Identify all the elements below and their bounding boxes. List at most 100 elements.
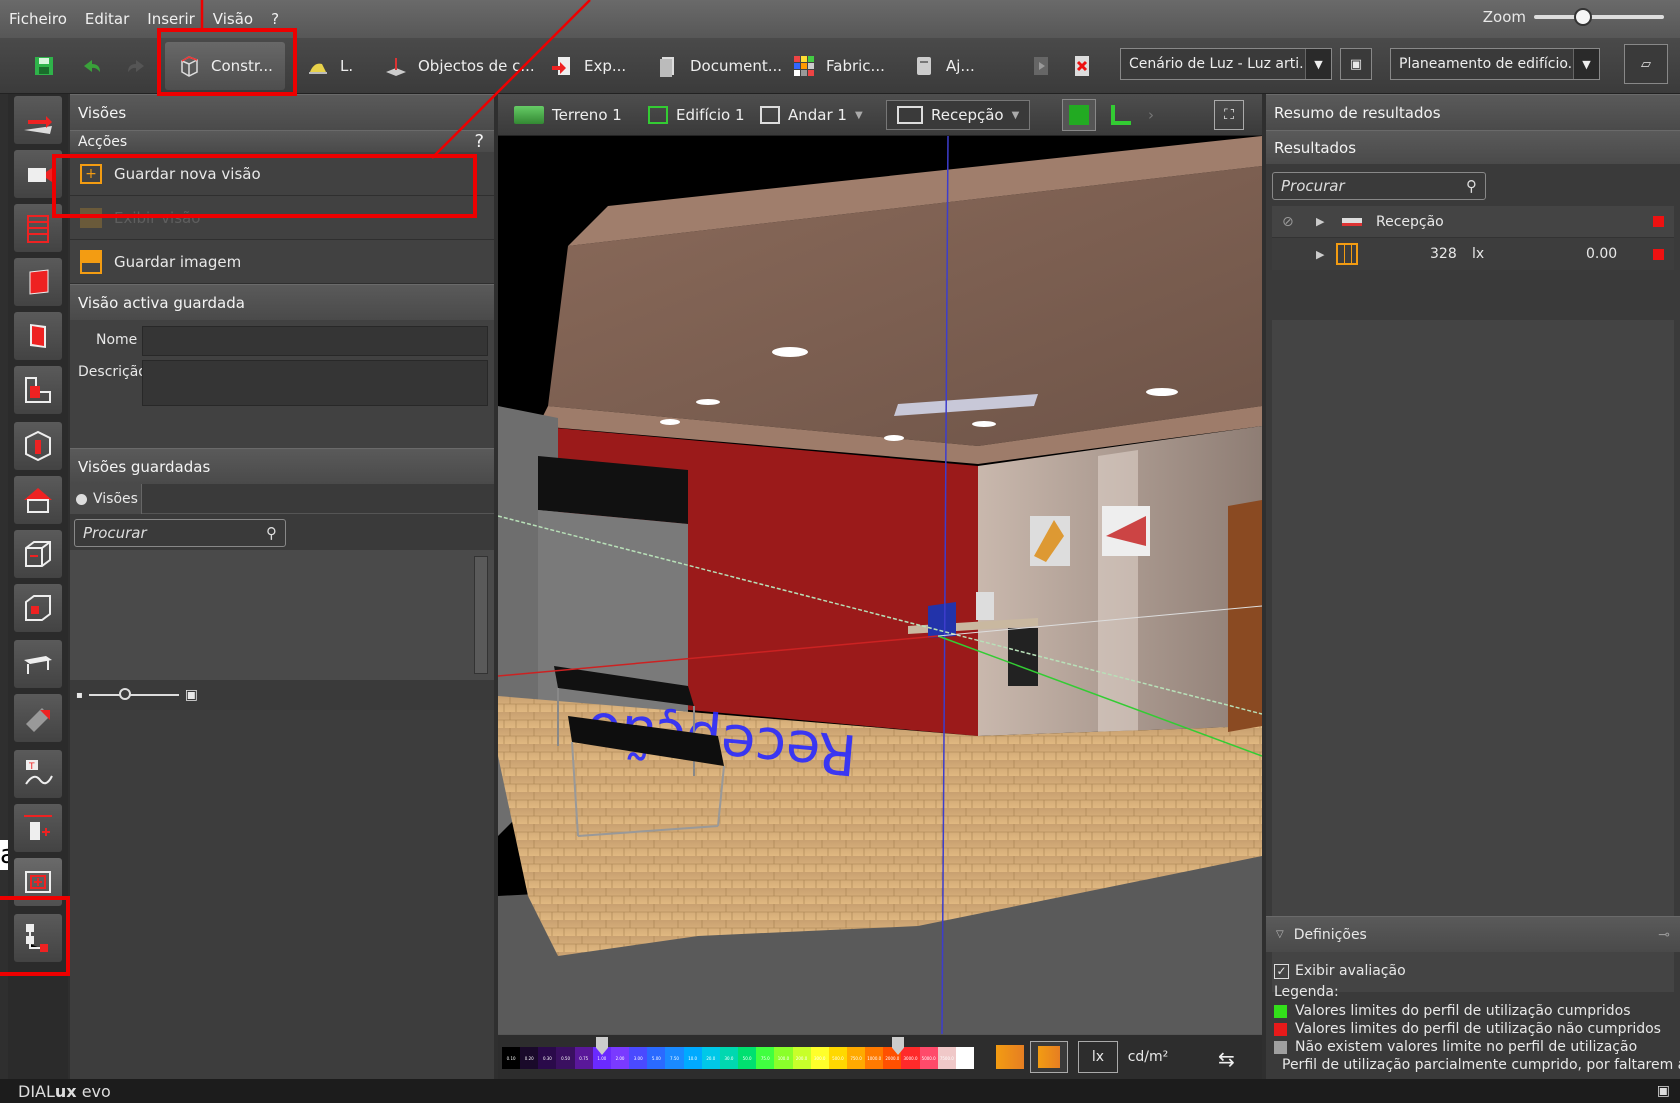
scale-segment: 30.0 — [719, 1047, 739, 1069]
building-planning-dropdown[interactable]: Planeamento de edifício... ▼ — [1390, 48, 1600, 80]
building-breadcrumb[interactable]: Edifício 1 — [648, 100, 745, 130]
menu-help[interactable]: ? — [262, 10, 288, 28]
menu-view[interactable]: Visão — [204, 10, 262, 28]
views-panel: Visões Acções ? + Guardar nova visão Exi… — [70, 94, 494, 1079]
tool-roof[interactable] — [14, 476, 62, 524]
save-new-view-action[interactable]: + Guardar nova visão — [70, 152, 494, 196]
tool-door[interactable] — [14, 312, 62, 360]
name-field[interactable] — [142, 326, 488, 356]
chevron-down-icon: ▼ — [1573, 49, 1599, 79]
zoom-slider-knob[interactable] — [1574, 8, 1592, 26]
menu-insert[interactable]: Inserir — [138, 10, 203, 28]
light-scene-dropdown[interactable]: Cenário de Luz - Luz arti... ▼ — [1120, 48, 1332, 80]
fullscreen-button[interactable]: ⛶ — [1214, 100, 1244, 130]
tool-marker[interactable] — [14, 804, 62, 852]
manufacturers-button[interactable]: Fabric... — [792, 48, 885, 84]
scale-segment: 50.0 — [738, 1047, 757, 1069]
redo-button[interactable] — [124, 48, 148, 84]
saved-views-scrollbar[interactable] — [474, 556, 488, 674]
thumbnail-slider-knob[interactable] — [118, 688, 131, 700]
l-shape-icon — [25, 377, 51, 403]
room-breadcrumb[interactable]: Recepção ▼ — [886, 100, 1031, 130]
objects-button[interactable]: Objectos de c... — [384, 48, 535, 84]
menu-edit[interactable]: Editar — [76, 10, 138, 28]
saved-views-list[interactable] — [70, 550, 494, 680]
thumbnail-slider-track[interactable] — [88, 688, 179, 700]
tool-table[interactable] — [14, 640, 62, 688]
tool-texture[interactable] — [14, 694, 62, 742]
status-bar: DIALux evo ▣ — [0, 1079, 1680, 1103]
visibility-toggle-icon[interactable]: ⊘ — [1282, 214, 1294, 230]
export-label: Exp... — [584, 57, 627, 75]
rendered-room-scene[interactable]: Recepção — [498, 136, 1262, 1034]
more-views-arrow[interactable]: › — [1148, 100, 1154, 130]
run-calculation-button[interactable] — [1030, 48, 1054, 84]
definitions-header[interactable]: ▽ Definições ⊸ — [1266, 916, 1680, 952]
false-color-scale[interactable]: 0.10 0.20 0.30 0.50 0.75 1.00 2.00 3.00 5.00 7.50… — [502, 1047, 975, 1069]
cancel-calculation-button[interactable] — [1070, 48, 1094, 84]
checkbox-checked-icon[interactable]: ✓ — [1274, 963, 1289, 979]
svg-text:T: T — [28, 762, 35, 772]
saved-views-search-input[interactable]: Procurar ⚲ — [74, 519, 286, 547]
export-button[interactable]: Exp... — [550, 48, 626, 84]
search-icon: ⚲ — [266, 524, 277, 542]
tool-hierarchy[interactable] — [14, 914, 62, 962]
documentation-button[interactable]: Document... — [656, 48, 782, 84]
roof-icon — [24, 488, 52, 513]
expand-arrow-icon[interactable]: ▶ — [1316, 248, 1324, 261]
unit-luminance-button[interactable]: cd/m² — [1122, 1041, 1174, 1073]
view-floorplan-button[interactable] — [1104, 100, 1138, 130]
3d-viewport[interactable]: Terreno 1 Edifício 1 Andar 1 ▼ Recepção … — [498, 94, 1262, 1079]
scale-segment: 0.75 — [574, 1047, 593, 1069]
expand-arrow-icon[interactable]: ▶ — [1316, 215, 1324, 228]
tool-cube-screen[interactable] — [14, 584, 62, 632]
tool-floor-plan[interactable] — [14, 366, 62, 414]
description-field[interactable] — [142, 360, 488, 406]
floor-plan-button[interactable]: ▱ — [1624, 44, 1668, 84]
tool-arrow[interactable] — [14, 96, 62, 144]
manufacturers-label: Fabric... — [826, 57, 885, 75]
help-button[interactable]: Aj... — [912, 48, 975, 84]
unit-lux-button[interactable]: lx — [1078, 1041, 1118, 1073]
results-search-input[interactable]: Procurar ⚲ — [1272, 172, 1486, 200]
construction-button[interactable]: Constr... — [165, 42, 285, 90]
help-question-icon[interactable]: ? — [474, 131, 484, 152]
result-illuminance-unit: lx — [1472, 246, 1485, 262]
save-image-action[interactable]: Guardar imagem — [70, 240, 494, 284]
tool-save-view[interactable] — [14, 858, 62, 906]
tool-box-wire[interactable] — [14, 530, 62, 578]
tool-camera[interactable] — [14, 150, 62, 198]
false-color-icon — [1038, 1046, 1060, 1068]
result-room-row[interactable]: ⊘ ▶ Recepção — [1272, 206, 1674, 238]
tool-room-3d[interactable] — [14, 422, 62, 470]
false-color-button[interactable] — [1030, 1041, 1068, 1073]
tool-building[interactable] — [14, 204, 62, 252]
terrain-breadcrumb[interactable]: Terreno 1 — [514, 100, 622, 130]
presentation-button[interactable]: ▣ — [1340, 48, 1372, 80]
undo-icon — [84, 60, 100, 72]
show-evaluation-row[interactable]: ✓ Exibir avaliação — [1274, 958, 1678, 984]
swap-arrows-icon[interactable]: ⇆ — [1218, 1047, 1235, 1071]
result-grid-row[interactable]: ▶ 328 lx 0.00 — [1272, 238, 1674, 270]
legend-item: Perfil de utilização parcialmente cumpri… — [1274, 1056, 1680, 1074]
undo-button[interactable] — [80, 48, 104, 84]
save-button[interactable] — [32, 48, 56, 84]
results-search-placeholder: Procurar — [1281, 177, 1345, 195]
light-button[interactable]: L. — [306, 48, 353, 84]
zoom-slider[interactable] — [1534, 8, 1664, 26]
result-uniformity-value: 0.00 — [1586, 246, 1618, 262]
view-frame-icon — [80, 207, 102, 228]
collapse-triangle-icon: ▽ — [1276, 929, 1284, 940]
floor-breadcrumb[interactable]: Andar 1 ▼ — [760, 100, 863, 130]
pin-icon[interactable]: ⊸ — [1658, 927, 1670, 943]
isolines-button[interactable] — [996, 1045, 1024, 1069]
menu-file[interactable]: Ficheiro — [0, 10, 76, 28]
thumbnail-size-slider[interactable]: ▪ ▣ — [70, 680, 494, 710]
view-solid-button[interactable] — [1062, 99, 1096, 131]
brand-suffix: evo — [76, 1081, 111, 1101]
export-icon — [552, 57, 570, 75]
show-view-action[interactable]: Exibir visão — [70, 196, 494, 240]
tab-views[interactable]: Visões — [70, 484, 142, 514]
tool-wall[interactable] — [14, 258, 62, 306]
tool-text-curve[interactable]: T — [14, 750, 62, 798]
